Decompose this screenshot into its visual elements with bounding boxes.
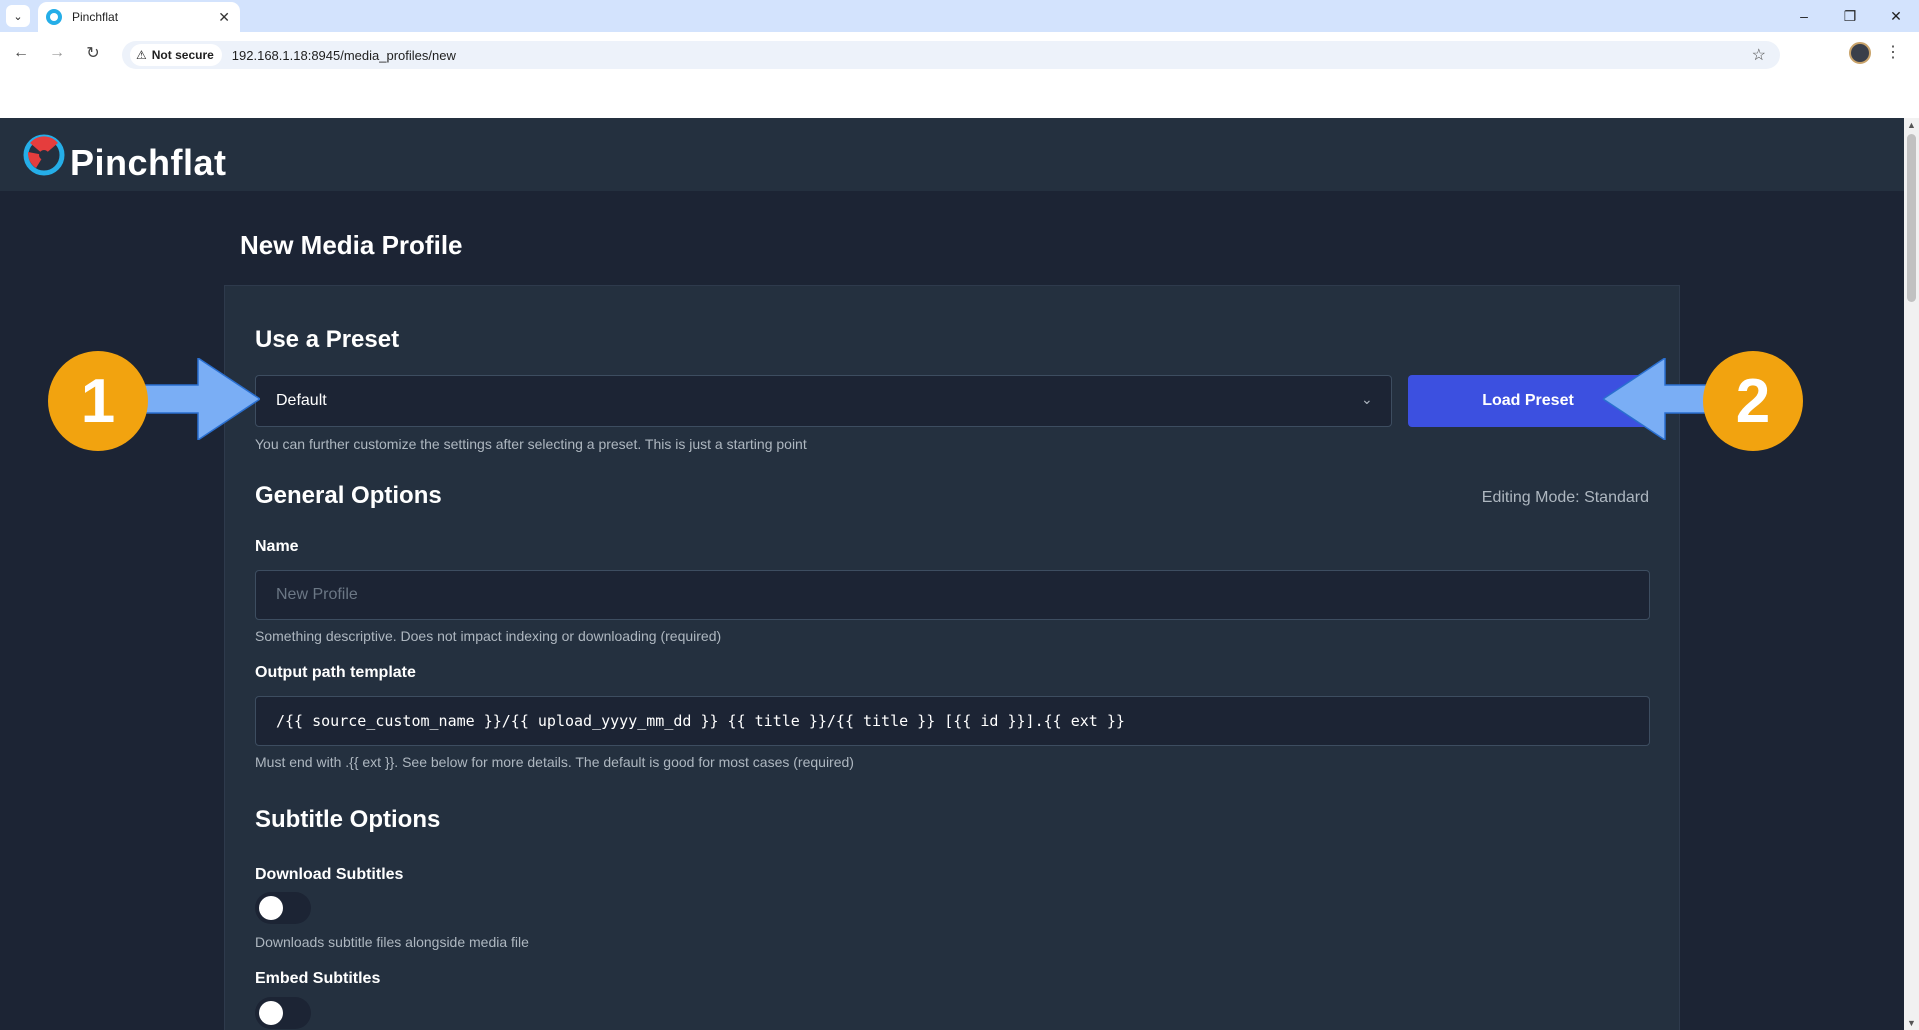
download-subtitles-toggle[interactable] [255,892,311,924]
tab-search-chevron-icon[interactable]: ⌄ [6,5,30,27]
name-help: Something descriptive. Does not impact i… [255,628,722,644]
output-path-input[interactable]: /{{ source_custom_name }}/{{ upload_yyyy… [255,696,1650,746]
page-viewport: Pinchflat New Media Profile Use a Preset… [0,118,1904,1030]
scrollbar-thumb[interactable] [1907,134,1916,302]
chevron-down-icon: ⌄ [1361,391,1373,407]
toggle-knob [259,896,283,920]
tab-title: Pinchflat [72,10,119,24]
pinchflat-logo-icon[interactable] [22,134,66,176]
browser-tabstrip: ⌄ Pinchflat ✕ – ❐ ✕ [0,0,1919,32]
reload-icon[interactable]: ↻ [82,42,104,64]
browser-menu-icon[interactable]: ⋮ [1885,42,1901,62]
name-placeholder: New Profile [276,586,358,603]
output-path-help: Must end with .{{ ext }}. See below for … [255,754,854,770]
preset-section-title: Use a Preset [255,326,400,353]
restore-icon[interactable]: ❐ [1827,0,1873,32]
preset-selected-value: Default [276,392,327,409]
subtitle-section-title: Subtitle Options [255,806,441,833]
embed-subtitles-label: Embed Subtitles [255,970,381,987]
url-text[interactable]: 192.168.1.18:8945/media_profiles/new [232,48,456,63]
download-subtitles-label: Download Subtitles [255,866,404,883]
back-icon[interactable]: ← [10,42,32,64]
preset-help: You can further customize the settings a… [255,436,807,452]
scroll-up-icon[interactable]: ▲ [1907,120,1916,130]
preset-select[interactable]: Default ⌄ [255,375,1392,427]
name-label: Name [255,538,299,555]
download-subtitles-help: Downloads subtitle files alongside media… [255,934,529,950]
page-title: New Media Profile [240,230,463,260]
form-card: Use a Preset Default ⌄ Load Preset You c… [224,285,1680,1030]
profile-avatar[interactable] [1849,42,1871,64]
toggle-knob [259,1001,283,1025]
warning-icon: ⚠ [136,48,147,62]
minimize-icon[interactable]: – [1781,0,1827,32]
bookmark-star-icon[interactable]: ☆ [1752,45,1766,65]
scroll-down-icon[interactable]: ▼ [1907,1018,1916,1028]
general-section-title: General Options [255,482,442,509]
security-label: Not secure [151,48,214,62]
security-chip[interactable]: ⚠ Not secure [130,44,222,66]
page-scrollbar[interactable]: ▲ ▼ [1904,118,1919,1030]
annotation-badge-1: 1 [48,351,148,451]
tab-close-icon[interactable]: ✕ [218,9,230,26]
address-bar[interactable]: ⚠ Not secure 192.168.1.18:8945/media_pro… [122,41,1780,69]
browser-toolbar: ← → ↻ ⚠ Not secure 192.168.1.18:8945/med… [0,32,1919,118]
forward-icon[interactable]: → [46,42,68,64]
output-path-value: /{{ source_custom_name }}/{{ upload_yyyy… [276,712,1125,730]
arrow-right-icon [140,358,260,440]
browser-tab[interactable]: Pinchflat ✕ [38,2,240,32]
annotation-badge-2: 2 [1703,351,1803,451]
window-controls: – ❐ ✕ [1781,0,1919,32]
name-input[interactable]: New Profile [255,570,1650,620]
output-path-label: Output path template [255,664,416,681]
app-header: Pinchflat [0,118,1904,191]
editing-mode-toggle[interactable]: Editing Mode: Standard [1482,489,1649,507]
embed-subtitles-toggle[interactable] [255,997,311,1029]
close-window-icon[interactable]: ✕ [1873,0,1919,32]
favicon-icon [46,9,62,25]
app-name[interactable]: Pinchflat [70,142,227,184]
